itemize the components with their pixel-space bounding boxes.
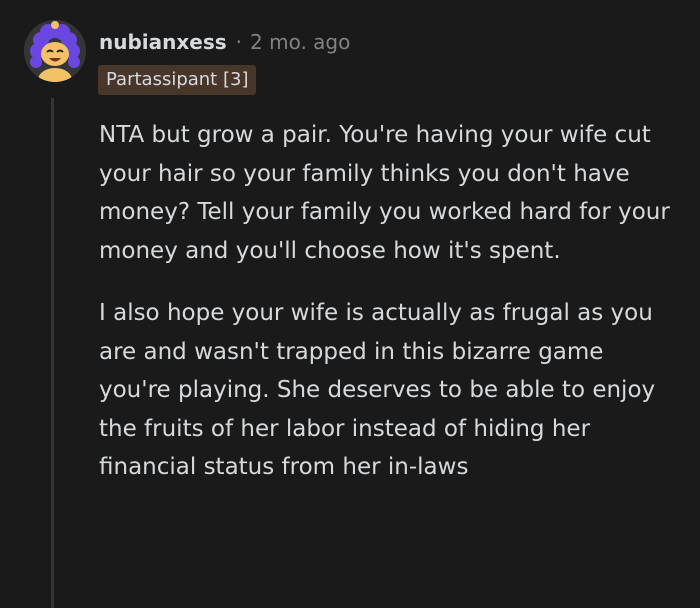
comment-meta: nubianxess · 2 mo. ago: [99, 28, 350, 56]
snoo-avatar-icon: [24, 20, 86, 82]
thread-collapse-line[interactable]: [51, 98, 54, 608]
meta-separator: ·: [235, 30, 243, 54]
comment-body: NTA but grow a pair. You're having your …: [99, 116, 679, 487]
avatar[interactable]: [24, 20, 86, 82]
username-link[interactable]: nubianxess: [99, 30, 227, 54]
timestamp[interactable]: 2 mo. ago: [250, 30, 350, 54]
user-flair: Partassipant [3]: [98, 65, 257, 95]
comment-paragraph: I also hope your wife is actually as fru…: [99, 300, 656, 480]
comment-paragraph: NTA but grow a pair. You're having your …: [99, 122, 670, 264]
